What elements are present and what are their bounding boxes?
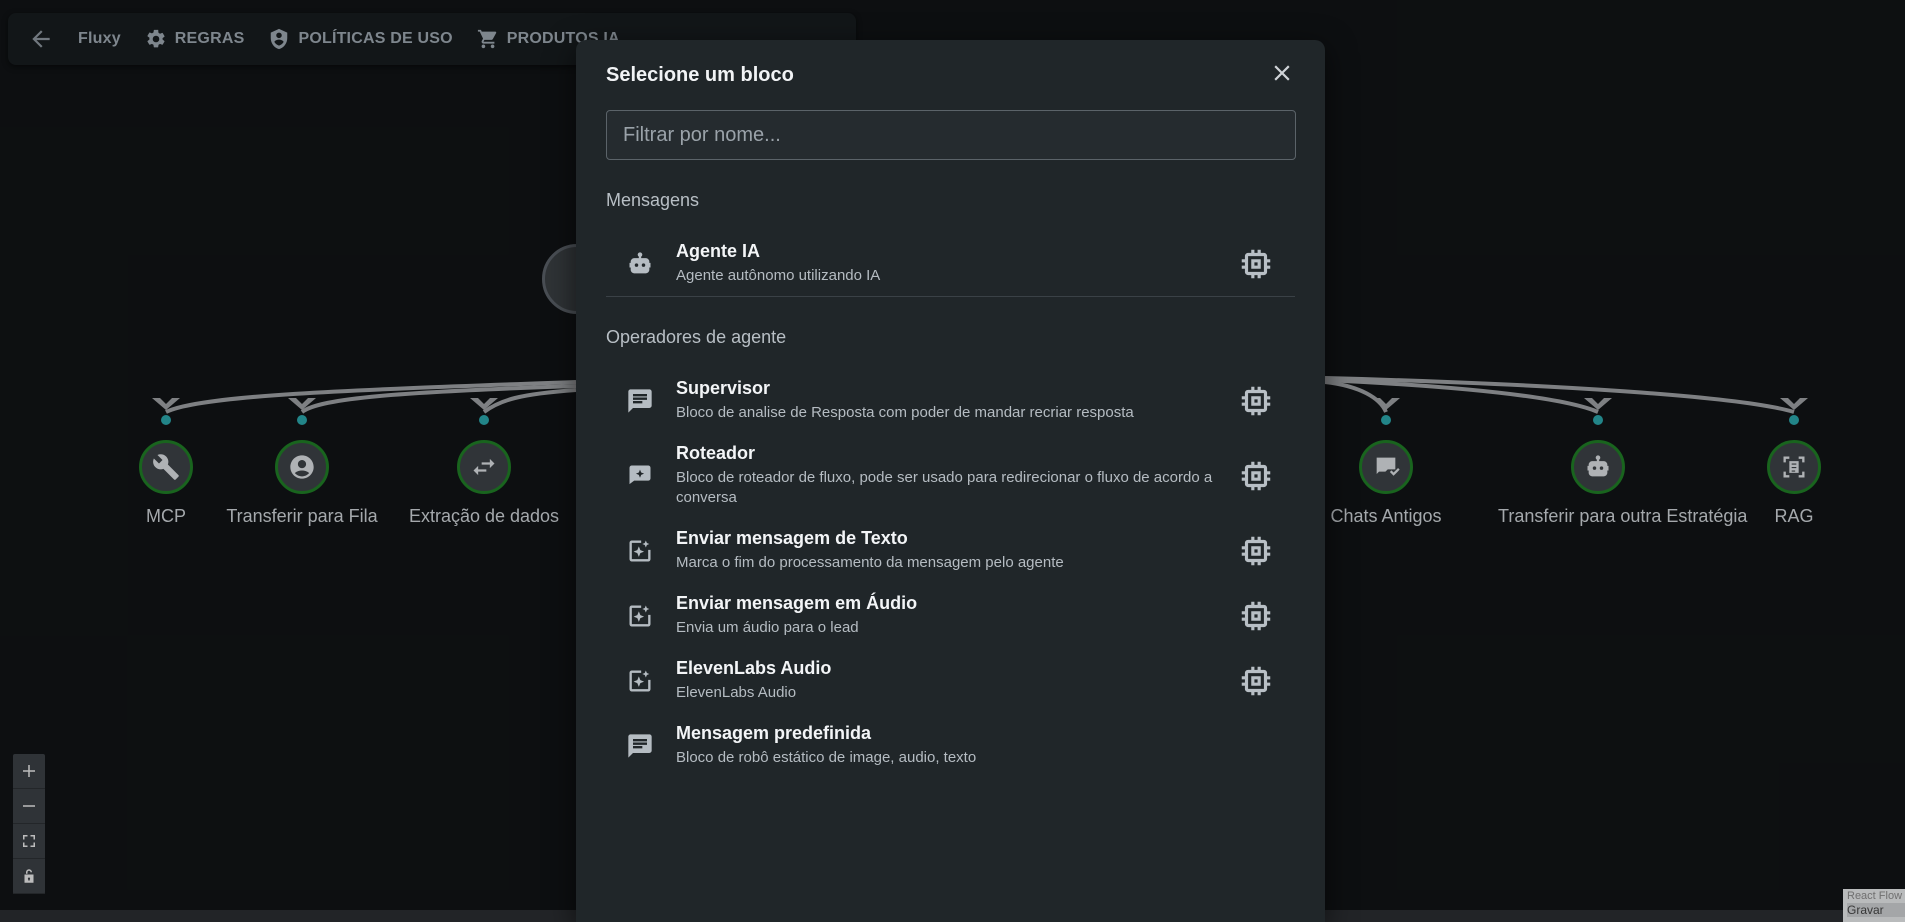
block-item-supervisor[interactable]: Supervisor Bloco de analise de Resposta …: [606, 368, 1295, 433]
memory-chip-icon: [1241, 666, 1271, 695]
item-text: Mensagem predefinida Bloco de robô estát…: [676, 723, 1275, 768]
sparkle-icon: [629, 465, 651, 484]
item-text: Enviar mensagem em Áudio Envia um áudio …: [676, 593, 1223, 638]
image-sparkle-icon: [629, 605, 651, 626]
item-title: Enviar mensagem de Texto: [676, 528, 908, 548]
close-button[interactable]: [1269, 60, 1295, 91]
section-divider: [606, 296, 1295, 297]
section-title-operators: Operadores de agente: [606, 327, 787, 347]
chip-icon[interactable]: [1237, 532, 1275, 570]
item-icon: [626, 537, 654, 565]
item-description: Marca o fim do processamento da mensagem…: [676, 554, 1064, 571]
chip-icon[interactable]: [1237, 245, 1275, 283]
block-item-roteador[interactable]: Roteador Bloco de roteador de fluxo, pod…: [606, 433, 1295, 518]
item-title: ElevenLabs Audio: [676, 658, 832, 678]
item-text: Agente IA Agente autônomo utilizando IA: [676, 241, 1223, 286]
chip-icon[interactable]: [1237, 597, 1275, 635]
close-icon: [1274, 64, 1290, 81]
filter-input[interactable]: [606, 110, 1296, 160]
memory-chip-icon: [1241, 536, 1271, 565]
message-icon: [628, 733, 652, 758]
memory-chip-icon: [1241, 386, 1271, 415]
item-icon: [626, 602, 654, 630]
block-item-elevenlabs-audio[interactable]: ElevenLabs Audio ElevenLabs Audio: [606, 648, 1295, 713]
section-title-messages: Mensagens: [606, 190, 700, 210]
item-icon: [626, 462, 654, 490]
robot-icon: [629, 251, 651, 273]
memory-chip-icon: [1241, 461, 1271, 490]
item-icon: [626, 732, 654, 760]
modal-header: Selecione um bloco: [606, 40, 1295, 110]
item-title: Agente IA: [676, 241, 761, 261]
item-title: Mensagem predefinida: [676, 723, 872, 743]
memory-chip-icon: [1241, 249, 1271, 278]
item-title: Roteador: [676, 443, 756, 463]
block-item-send-text[interactable]: Enviar mensagem de Texto Marca o fim do …: [606, 518, 1295, 583]
image-sparkle-icon: [629, 540, 651, 561]
item-description: Bloco de robô estático de image, audio, …: [676, 749, 977, 766]
item-description: Bloco de roteador de fluxo, pode ser usa…: [676, 469, 1213, 506]
image-sparkle-icon: [629, 670, 651, 691]
item-title: Supervisor: [676, 378, 771, 398]
item-description: ElevenLabs Audio: [676, 684, 797, 701]
item-text: ElevenLabs Audio ElevenLabs Audio: [676, 658, 1223, 703]
message-icon: [628, 388, 652, 413]
item-text: Enviar mensagem de Texto Marca o fim do …: [676, 528, 1223, 573]
block-item-agente-ia[interactable]: Agente IA Agente autônomo utilizando IA: [606, 231, 1295, 296]
modal-title: Selecione um bloco: [606, 63, 794, 86]
item-text: Roteador Bloco de roteador de fluxo, pod…: [676, 443, 1223, 508]
block-item-predefined-message[interactable]: Mensagem predefinida Bloco de robô estát…: [606, 713, 1295, 778]
item-icon: [626, 667, 654, 695]
item-text: Supervisor Bloco de analise de Resposta …: [676, 378, 1223, 423]
item-description: Envia um áudio para o lead: [676, 619, 859, 636]
block-item-send-audio[interactable]: Enviar mensagem em Áudio Envia um áudio …: [606, 583, 1295, 648]
select-block-modal: Selecione um bloco Mensagens Agente IA A…: [576, 40, 1325, 922]
item-title: Enviar mensagem em Áudio: [676, 593, 918, 613]
item-description: Agente autônomo utilizando IA: [676, 267, 881, 284]
item-icon: [626, 387, 654, 415]
chip-icon[interactable]: [1237, 382, 1275, 420]
memory-chip-icon: [1241, 601, 1271, 630]
chip-icon[interactable]: [1237, 457, 1275, 495]
item-icon: [626, 250, 654, 278]
chip-icon[interactable]: [1237, 662, 1275, 700]
item-description: Bloco de analise de Resposta com poder d…: [676, 404, 1134, 421]
